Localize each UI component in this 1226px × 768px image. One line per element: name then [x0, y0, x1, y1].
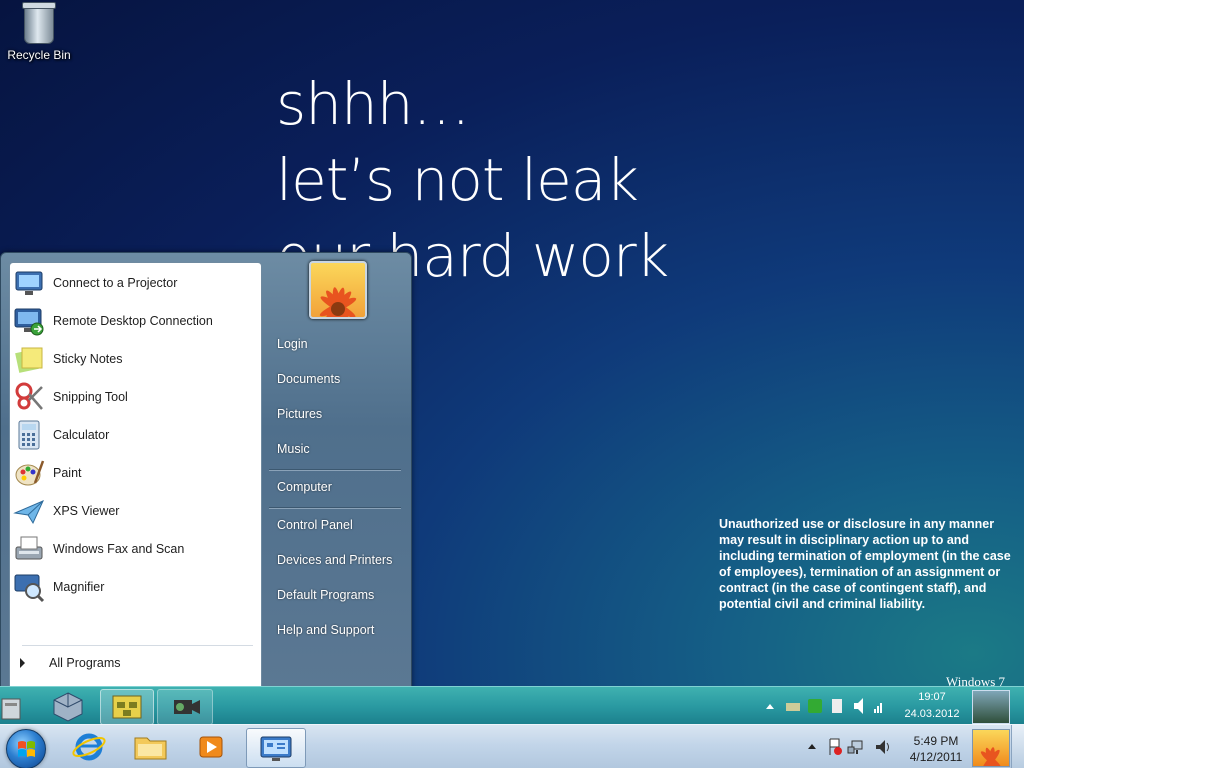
program-fax-and-scan[interactable]: Windows Fax and Scan: [13, 531, 258, 567]
start-link-default-programs[interactable]: Default Programs: [277, 588, 374, 602]
media-player-icon: [199, 736, 223, 758]
host-user-thumbnail[interactable]: [972, 729, 1010, 768]
slogan-line-1: shhh…: [276, 70, 471, 138]
camcorder-icon: [174, 700, 200, 714]
program-label: Calculator: [53, 428, 110, 442]
recycle-bin-label: Recycle Bin: [7, 48, 71, 62]
host-tray-icons: [826, 737, 894, 757]
recycle-bin[interactable]: Recycle Bin: [6, 2, 72, 62]
user-picture-icon[interactable]: [309, 261, 367, 319]
network-icon: [847, 740, 863, 754]
internet-explorer-icon: [72, 733, 106, 761]
host-taskbar: 5:49 PM 4/12/2011: [0, 724, 1024, 768]
program-magnifier[interactable]: Magnifier: [13, 569, 258, 605]
taskbar-remote-session[interactable]: [246, 728, 306, 768]
start-link-devices-printers[interactable]: Devices and Printers: [277, 553, 392, 567]
host-clock-date: 4/12/2011: [909, 750, 963, 764]
triangle-up-icon: [766, 704, 774, 709]
triangle-up-icon: [808, 744, 816, 749]
vm-clock-date: 24.03.2012: [904, 708, 960, 720]
start-link-login[interactable]: Login: [277, 337, 308, 351]
start-link-help-support[interactable]: Help and Support: [277, 623, 374, 637]
program-snipping-tool[interactable]: Snipping Tool: [13, 379, 258, 415]
program-label: XPS Viewer: [53, 504, 120, 518]
program-connect-projector[interactable]: Connect to a Projector: [13, 265, 258, 301]
host-clock[interactable]: 5:49 PM 4/12/2011: [900, 733, 972, 765]
windows-logo-icon: [18, 741, 35, 757]
program-label: Connect to a Projector: [53, 276, 178, 290]
volume-icon: [876, 740, 889, 754]
desktop: Recycle Bin shhh… let’s not leak our har…: [0, 0, 1024, 768]
all-programs-button[interactable]: All Programs: [20, 655, 121, 671]
network-map-icon: [112, 695, 142, 719]
program-xps-viewer[interactable]: XPS Viewer: [13, 493, 258, 529]
folder-icon: [134, 737, 167, 760]
all-programs-label: All Programs: [49, 656, 121, 670]
vm-show-desktop-thumbnail[interactable]: [972, 690, 1010, 724]
program-sticky-notes[interactable]: Sticky Notes: [13, 341, 258, 377]
vm-taskbar-camera-window[interactable]: [157, 689, 213, 725]
vm-taskbar-computer-button[interactable]: [0, 689, 40, 723]
chevron-right-icon: [20, 658, 25, 668]
start-menu-programs-pane: Connect to a Projector Remote Desktop Co…: [9, 262, 262, 690]
start-menu-separator: [269, 469, 401, 471]
program-calculator[interactable]: Calculator: [13, 417, 258, 453]
vm-clock-time: 19:07: [918, 691, 946, 703]
taskbar-media-player[interactable]: [182, 728, 240, 766]
volume-icon: [854, 698, 863, 714]
scissors-icon: [13, 381, 45, 413]
start-link-documents[interactable]: Documents: [277, 372, 340, 386]
security-icon: [808, 699, 822, 713]
flower-icon: [980, 747, 1002, 768]
magnifier-icon: [13, 571, 45, 603]
vm-taskbar: 19:07 24.03.2012: [0, 686, 1024, 725]
start-link-music[interactable]: Music: [277, 442, 310, 456]
vm-taskbar-virtualbox-button[interactable]: [46, 689, 90, 723]
vm-taskbar-active-window[interactable]: [100, 689, 154, 725]
action-center-flag-icon: [829, 738, 842, 755]
program-label: Remote Desktop Connection: [53, 314, 213, 328]
remote-desktop-icon: [13, 305, 45, 337]
slogan-line-2: let’s not leak: [276, 146, 639, 214]
recycle-bin-icon: [22, 2, 56, 44]
vm-clock[interactable]: 19:07 24.03.2012: [898, 687, 966, 727]
remote-session-icon: [260, 736, 292, 761]
legal-notice: Unauthorized use or disclosure in any ma…: [719, 517, 1011, 611]
program-remote-desktop[interactable]: Remote Desktop Connection: [13, 303, 258, 339]
program-label: Snipping Tool: [53, 390, 128, 404]
program-label: Windows Fax and Scan: [53, 542, 185, 556]
virtualbox-icon: [53, 692, 83, 722]
start-menu: Connect to a Projector Remote Desktop Co…: [0, 252, 412, 690]
paper-plane-icon: [13, 495, 45, 527]
program-paint[interactable]: Paint: [13, 455, 258, 491]
computer-icon: [1, 698, 21, 720]
host-tray-show-hidden[interactable]: [806, 739, 818, 760]
fax-icon: [13, 533, 45, 565]
start-button[interactable]: [6, 729, 46, 768]
all-programs-separator: [22, 645, 253, 646]
usb-icon: [832, 699, 842, 713]
taskbar-windows-explorer[interactable]: [121, 728, 179, 766]
projector-icon: [13, 267, 45, 299]
signal-icon: [874, 703, 882, 713]
keyboard-icon: [786, 703, 800, 711]
program-label: Paint: [53, 466, 82, 480]
vm-tray-icons: [784, 687, 884, 725]
sticky-notes-icon: [13, 343, 45, 375]
show-desktop-button[interactable]: [1011, 725, 1024, 768]
start-link-pictures[interactable]: Pictures: [277, 407, 322, 421]
tray-icons: [786, 698, 882, 714]
program-label: Sticky Notes: [53, 352, 123, 366]
host-clock-time: 5:49 PM: [913, 734, 959, 748]
start-menu-separator: [269, 507, 401, 509]
vm-tray-show-hidden[interactable]: [764, 687, 776, 725]
start-link-computer[interactable]: Computer: [277, 480, 332, 494]
palette-icon: [13, 457, 45, 489]
start-link-control-panel[interactable]: Control Panel: [277, 518, 353, 532]
program-label: Magnifier: [53, 580, 105, 594]
calculator-icon: [13, 419, 45, 451]
taskbar-internet-explorer[interactable]: [60, 728, 118, 766]
